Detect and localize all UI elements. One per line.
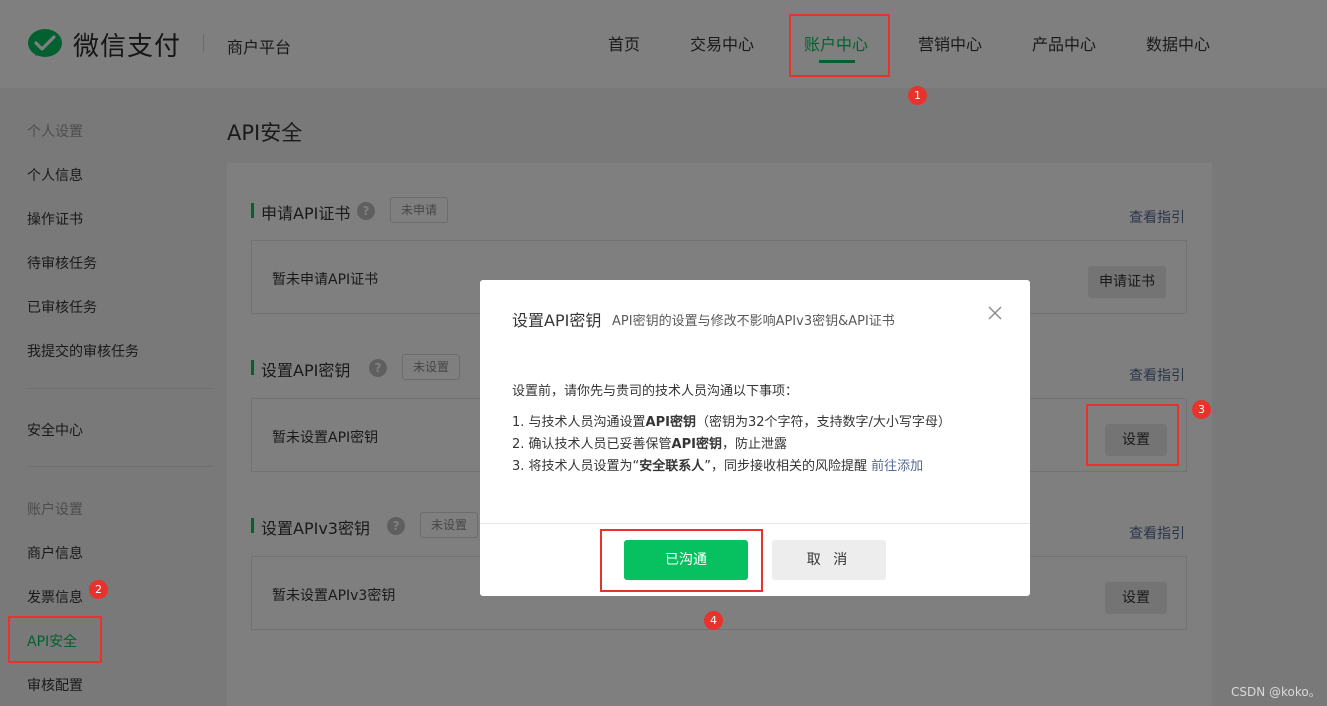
dialog-item-text: 3. 将技术人员设置为“	[512, 459, 640, 474]
dialog-item-bold: 安全联系人	[639, 459, 705, 474]
dialog-item-bold: API密钥	[671, 437, 722, 452]
dialog-item-text: 2. 确认技术人员已妥善保管	[512, 437, 672, 452]
annotation-box	[1086, 404, 1179, 466]
annotation-box	[789, 14, 890, 77]
dialog-item: 2. 确认技术人员已妥善保管API密钥，防止泄露	[512, 433, 787, 452]
dialog-subtitle: API密钥的设置与修改不影响APIv3密钥&API证书	[612, 314, 895, 329]
dialog-item-text: 1. 与技术人员沟通设置	[512, 415, 646, 430]
dialog-item-text: （密钥为32个字符，支持数字/大小写字母）	[695, 415, 951, 430]
dialog-title: 设置API密钥	[512, 311, 602, 330]
dialog-item: 3. 将技术人员设置为“安全联系人”，同步接收相关的风险提醒 前往添加	[512, 455, 923, 474]
dialog-item-text: ”，同步接收相关的风险提醒	[704, 459, 872, 474]
annotation-number: 4	[704, 611, 723, 630]
cancel-button[interactable]: 取 消	[772, 540, 886, 580]
watermark: CSDN @koko。	[1231, 685, 1321, 699]
annotation-box	[600, 529, 763, 592]
add-contact-link[interactable]: 前往添加	[871, 459, 923, 474]
dialog-item: 1. 与技术人员沟通设置API密钥（密钥为32个字符，支持数字/大小写字母）	[512, 411, 951, 430]
dialog-item-bold: API密钥	[645, 415, 696, 430]
dialog-item-text: ，防止泄露	[721, 437, 787, 452]
dialog-intro: 设置前，请你先与贵司的技术人员沟通以下事项：	[512, 384, 799, 399]
close-icon[interactable]	[986, 304, 1004, 322]
annotation-number: 1	[908, 86, 927, 105]
annotation-box	[8, 616, 102, 663]
annotation-number: 3	[1192, 400, 1211, 419]
annotation-number: 2	[89, 580, 108, 599]
dialog-footer-divider	[480, 523, 1030, 524]
